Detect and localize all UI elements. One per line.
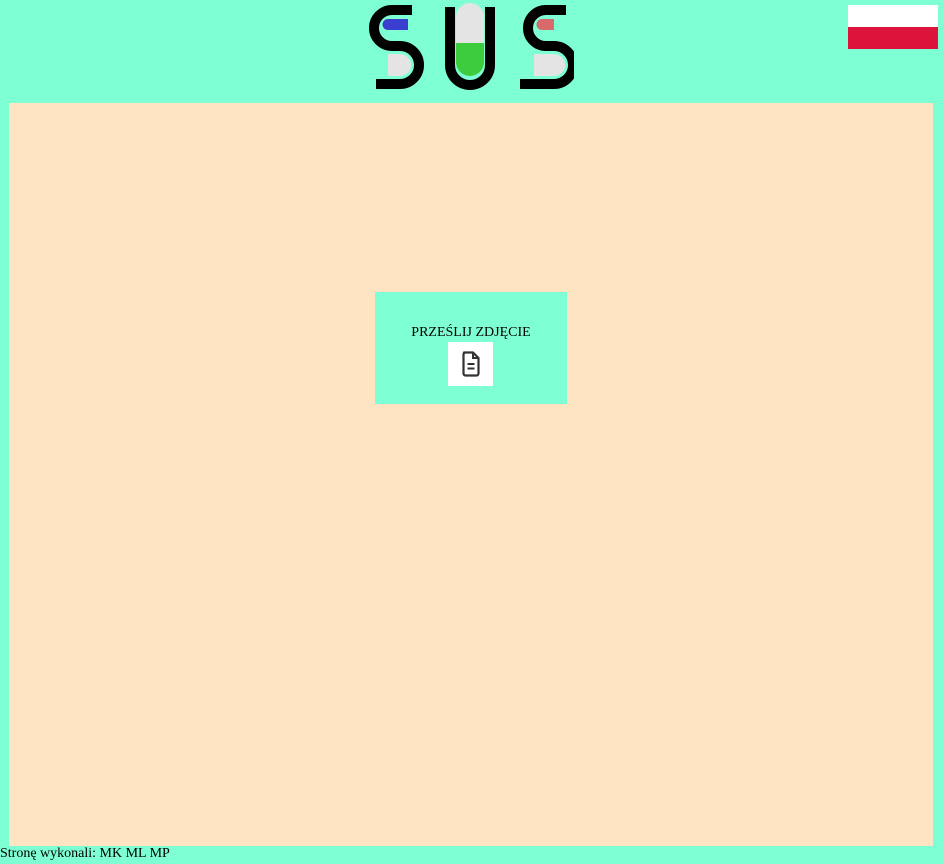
language-flag-button[interactable] — [848, 5, 938, 49]
pill-green-icon — [456, 43, 484, 76]
header — [0, 0, 944, 100]
pill-blue-icon — [382, 19, 408, 30]
document-icon — [461, 351, 480, 377]
pill-light-left-icon — [388, 54, 411, 76]
page: PRZEŚLIJ ZDJĘCIE Stronę wykonali: MK ML … — [0, 0, 944, 864]
poland-flag-icon — [848, 5, 938, 27]
main-content: PRZEŚLIJ ZDJĘCIE — [9, 103, 933, 846]
upload-label: PRZEŚLIJ ZDJĘCIE — [411, 325, 531, 340]
sus-logo — [369, 3, 574, 90]
pill-light-right-icon — [534, 54, 565, 76]
footer-credits: Stronę wykonali: MK ML MP — [0, 846, 170, 861]
file-input-button[interactable] — [448, 342, 493, 386]
pill-light-top-icon — [456, 3, 484, 43]
pill-red-icon — [536, 19, 554, 30]
upload-photo-button[interactable]: PRZEŚLIJ ZDJĘCIE — [375, 292, 567, 404]
